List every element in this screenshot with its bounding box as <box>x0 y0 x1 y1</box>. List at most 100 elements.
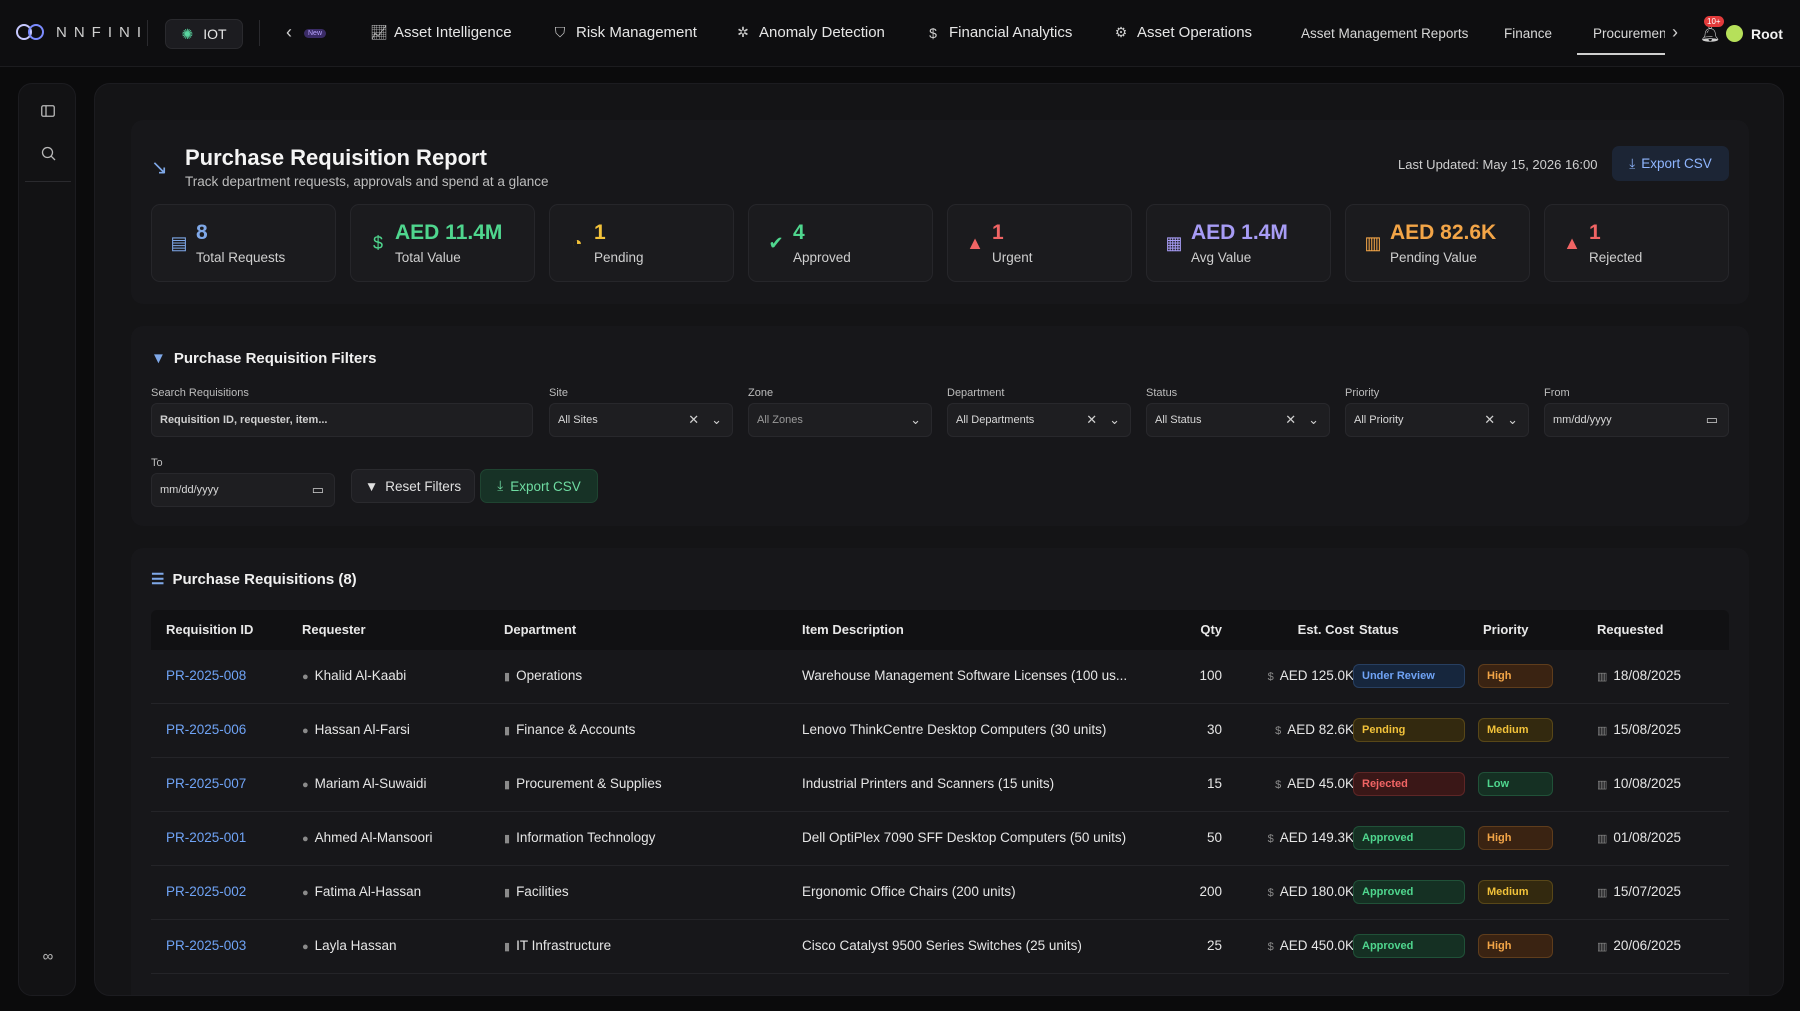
priority-badge: High <box>1478 826 1553 850</box>
chevron-left-icon[interactable]: ‹ <box>286 22 292 43</box>
column-header[interactable]: Requested <box>1597 622 1663 637</box>
stat-card: ◔ 1 Pending <box>549 204 734 282</box>
requester-name: Layla Hassan <box>314 938 397 953</box>
zone-select[interactable]: All Zones ⌄ <box>748 403 932 437</box>
app-logo[interactable]: NNFINI <box>16 22 148 42</box>
table-row[interactable]: PR-2025-003 ● Layla Hassan ▮ IT Infrastructu… <box>151 920 1729 974</box>
user-name[interactable]: Root <box>1751 26 1783 42</box>
stat-value: AED 82.6K <box>1390 221 1497 244</box>
stat-label: Urgent <box>992 250 1033 265</box>
table-row[interactable]: PR-2025-008 ● Khalid Al-Kaabi ▮ Operations Wa… <box>151 650 1729 704</box>
user-icon: ● <box>302 779 309 791</box>
column-header[interactable]: Item Description <box>802 622 904 637</box>
qty-cell: 100 <box>1199 668 1222 683</box>
qty-cell: 15 <box>1206 776 1222 791</box>
status-value: All Status <box>1155 414 1202 426</box>
calendar-icon: ▥ <box>1364 233 1382 253</box>
clear-icon[interactable]: ✕ <box>1285 412 1296 428</box>
sidebar-toggle-icon[interactable] <box>38 101 58 121</box>
logo-text: NNFINI <box>56 23 148 41</box>
column-header[interactable]: Qty <box>1200 622 1222 637</box>
nav-asset-intelligence[interactable]: 📈︎ Asset Intelligence <box>370 24 512 41</box>
reset-filters-button[interactable]: ▼ Reset Filters <box>351 469 475 503</box>
table-row[interactable]: PR-2025-001 ● Ahmed Al-Mansoori ▮ Informatio… <box>151 812 1729 866</box>
iot-button[interactable]: ✺ IOT <box>165 19 243 49</box>
nav-risk-management[interactable]: ⛉ Risk Management <box>552 24 697 41</box>
table-row[interactable]: PR-2025-007 ● Mariam Al-Suwaidi ▮ Procuremen… <box>151 758 1729 812</box>
chevron-right-icon[interactable]: › <box>1672 22 1678 43</box>
tab-finance[interactable]: Finance <box>1504 26 1552 41</box>
export-csv-button[interactable]: ⤓ Export CSV <box>480 469 598 503</box>
department-name: IT Infrastructure <box>516 938 612 953</box>
clear-icon[interactable]: ✕ <box>1484 412 1495 428</box>
tab-label: Procurement <box>1593 26 1665 41</box>
cost-cell: $ AED 180.0K <box>1268 884 1354 899</box>
infinity-icon[interactable]: ∞ <box>38 946 58 966</box>
status-badge: Approved <box>1353 826 1465 850</box>
tab-procurement[interactable]: Procurement <box>1593 26 1665 41</box>
cost-value: AED 125.0K <box>1279 668 1354 683</box>
search-input[interactable]: Requisition ID, requester, item... <box>151 403 533 437</box>
requester-cell: ● Khalid Al-Kaabi <box>302 668 406 683</box>
requester-cell: ● Mariam Al-Suwaidi <box>302 776 426 791</box>
requisition-id-link[interactable]: PR-2025-002 <box>166 884 246 899</box>
column-header[interactable]: Est. Cost <box>1298 622 1354 637</box>
dollar-icon: $ <box>1267 941 1274 953</box>
stat-card: ▤ 8 Total Requests <box>151 204 336 282</box>
requisition-id-link[interactable]: PR-2025-006 <box>166 722 246 737</box>
calendar-icon[interactable]: ▭ <box>1706 412 1718 428</box>
nav-financial-analytics[interactable]: $ Financial Analytics <box>925 24 1072 41</box>
priority-select[interactable]: All Priority ✕ ⌄ <box>1345 403 1529 437</box>
chevron-down-icon[interactable]: ⌄ <box>711 412 722 428</box>
priority-badge: Medium <box>1478 880 1553 904</box>
department-name: Finance & Accounts <box>516 722 636 737</box>
column-header[interactable]: Requester <box>302 622 366 637</box>
bell-icon[interactable]: 🔔︎ <box>1700 24 1720 44</box>
requisition-id-link[interactable]: PR-2025-007 <box>166 776 246 791</box>
requisition-id-link[interactable]: PR-2025-003 <box>166 938 246 953</box>
item-description: Ergonomic Office Chairs (200 units) <box>802 884 1016 899</box>
tab-asset-management-reports[interactable]: Asset Management Reports <box>1301 26 1468 41</box>
cost-value: AED 180.0K <box>1279 884 1354 899</box>
stat-label: Total Requests <box>196 250 286 265</box>
requisition-id-link[interactable]: PR-2025-008 <box>166 668 246 683</box>
search-icon[interactable] <box>38 143 58 163</box>
clear-icon[interactable]: ✕ <box>1086 412 1097 428</box>
from-date-input[interactable]: mm/dd/yyyy ▭ <box>1544 403 1729 437</box>
chevron-down-icon[interactable]: ⌄ <box>910 412 921 428</box>
column-header[interactable]: Priority <box>1483 622 1529 637</box>
site-select[interactable]: All Sites ✕ ⌄ <box>549 403 733 437</box>
cost-cell: $ AED 82.6K <box>1275 722 1354 737</box>
stat-label: Approved <box>793 250 851 265</box>
department-cell: ▮ IT Infrastructure <box>504 938 611 953</box>
calendar-icon: ▥ <box>1597 779 1608 791</box>
clear-icon[interactable]: ✕ <box>688 412 699 428</box>
requester-name: Mariam Al-Suwaidi <box>314 776 427 791</box>
stat-value: 1 <box>594 221 606 244</box>
filters-panel: ▼ Purchase Requisition Filters Search Re… <box>131 326 1749 526</box>
calculator-icon: ▦ <box>1165 233 1183 253</box>
column-header[interactable]: Status <box>1359 622 1399 637</box>
column-header[interactable]: Requisition ID <box>166 622 253 637</box>
nav-asset-operations[interactable]: ⚙ Asset Operations <box>1113 24 1252 41</box>
chevron-down-icon[interactable]: ⌄ <box>1308 412 1319 428</box>
bug-icon: ✲ <box>737 24 749 40</box>
export-csv-button[interactable]: ⤓ Export CSV <box>1612 146 1729 181</box>
clock-icon: ◔ <box>571 233 583 253</box>
trending-down-icon: ↘ <box>151 157 168 179</box>
table-row[interactable]: PR-2025-002 ● Fatima Al-Hassan ▮ Facilities E… <box>151 866 1729 920</box>
nav-anomaly-detection[interactable]: ✲ Anomaly Detection <box>735 24 885 41</box>
column-header[interactable]: Department <box>504 622 576 637</box>
avatar[interactable] <box>1726 25 1743 42</box>
department-select[interactable]: All Departments ✕ ⌄ <box>947 403 1131 437</box>
requisition-id-link[interactable]: PR-2025-001 <box>166 830 246 845</box>
calendar-icon[interactable]: ▭ <box>312 482 324 498</box>
chevron-down-icon[interactable]: ⌄ <box>1109 412 1120 428</box>
to-date-input[interactable]: mm/dd/yyyy ▭ <box>151 473 335 507</box>
table-row[interactable]: PR-2025-006 ● Hassan Al-Farsi ▮ Finance & Ac… <box>151 704 1729 758</box>
status-select[interactable]: All Status ✕ ⌄ <box>1146 403 1330 437</box>
requester-cell: ● Ahmed Al-Mansoori <box>302 830 432 845</box>
chevron-down-icon[interactable]: ⌄ <box>1507 412 1518 428</box>
priority-badge: Medium <box>1478 718 1553 742</box>
warning-icon: ▲ <box>1563 233 1581 253</box>
